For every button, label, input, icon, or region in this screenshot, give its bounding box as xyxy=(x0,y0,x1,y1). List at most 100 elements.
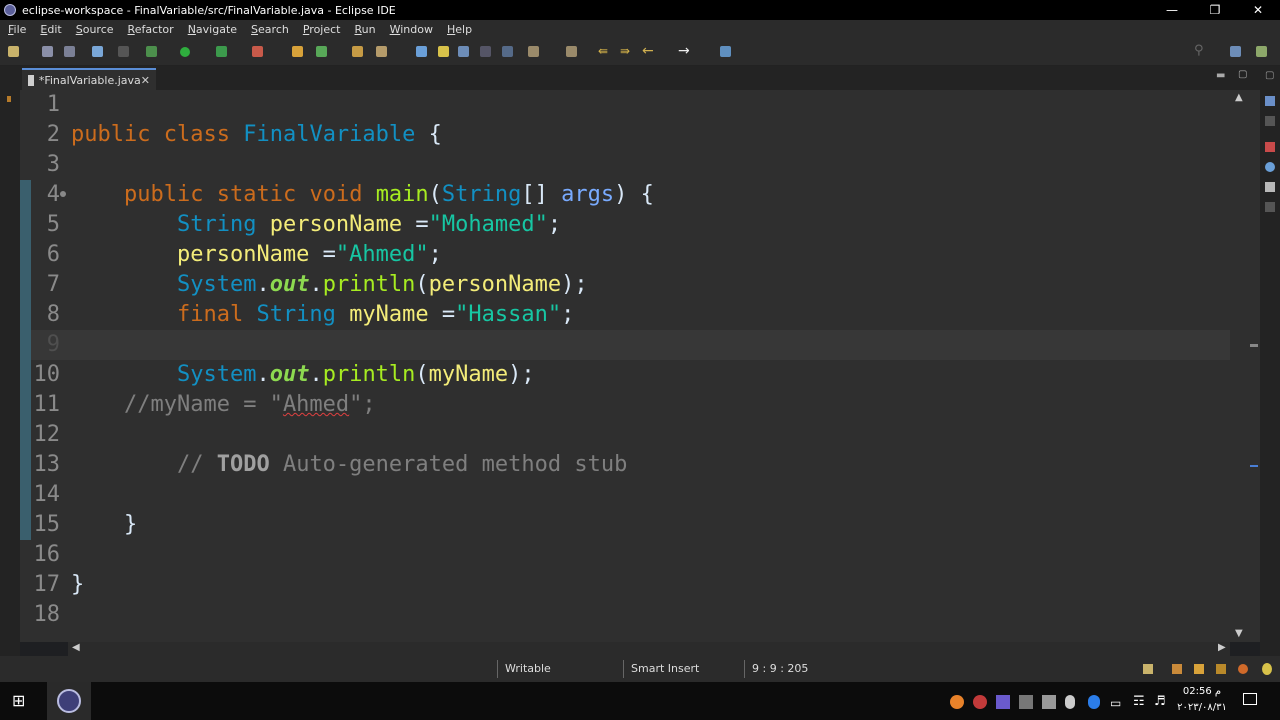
taskbar-eclipse-button[interactable] xyxy=(47,682,91,720)
coverage-icon[interactable] xyxy=(216,46,227,57)
code-line[interactable]: 15 } xyxy=(20,510,1230,540)
vertical-scrollbar[interactable]: ▲ ▼ xyxy=(1230,90,1260,642)
code-line[interactable]: 2 public class FinalVariable { xyxy=(20,120,1230,150)
clock-date[interactable]: ٢٠٢٣/٠٨/٣١ xyxy=(1172,702,1232,713)
code-line[interactable]: 1 xyxy=(20,90,1230,120)
menu-refactor[interactable]: Refactor xyxy=(128,23,174,36)
console-view-icon[interactable] xyxy=(1265,202,1275,212)
tray-network-icon[interactable] xyxy=(1019,695,1033,709)
tray-game-icon[interactable] xyxy=(973,695,987,709)
scroll-right-icon[interactable]: ▶ xyxy=(1218,642,1226,653)
update-icon[interactable] xyxy=(1143,664,1153,674)
toggle-mark-occurrences-icon[interactable] xyxy=(416,46,427,57)
skip-breakpoints-icon[interactable] xyxy=(118,46,129,57)
outline-view-icon[interactable] xyxy=(1265,96,1275,106)
tab-finalvariable-java[interactable]: *FinalVariable.java ✕ xyxy=(22,68,156,90)
code-line[interactable]: 6 personName ="Ahmed"; xyxy=(20,240,1230,270)
terminal-icon[interactable] xyxy=(92,46,103,57)
run-icon[interactable] xyxy=(180,47,190,57)
clock-time[interactable]: 02:56 م xyxy=(1172,686,1232,697)
scroll-up-icon[interactable]: ▲ xyxy=(1235,92,1243,103)
code-token: } xyxy=(71,572,85,597)
menu-edit[interactable]: Edit xyxy=(40,23,61,36)
back-arrow-icon[interactable]: ← xyxy=(642,44,656,58)
javadoc-view-icon[interactable] xyxy=(1265,162,1275,172)
microphone-icon[interactable] xyxy=(1065,695,1075,709)
last-edit-location-icon[interactable]: ⇚ xyxy=(598,45,612,57)
new-icon[interactable] xyxy=(8,46,19,57)
code-line[interactable]: 11 //myName = "Ahmed"; xyxy=(20,390,1230,420)
code-line[interactable]: 9 xyxy=(20,330,1230,360)
previous-annotation-icon[interactable] xyxy=(566,46,577,57)
problems-view-icon[interactable] xyxy=(1265,142,1275,152)
code-line[interactable]: 17} xyxy=(20,570,1230,600)
save-all-icon[interactable] xyxy=(64,46,75,57)
close-tab-icon[interactable]: ✕ xyxy=(141,74,150,87)
wifi-icon[interactable]: ☶ xyxy=(1133,694,1145,709)
pencil-icon[interactable] xyxy=(1216,664,1226,674)
notifications-icon[interactable] xyxy=(1172,664,1182,674)
code-line[interactable]: 14 xyxy=(20,480,1230,510)
minimize-editor-icon[interactable]: ▬ xyxy=(1216,70,1225,81)
volume-icon[interactable]: ♬ xyxy=(1154,694,1166,709)
show-whitespace-icon[interactable] xyxy=(480,46,491,57)
search-icon[interactable]: ⚲ xyxy=(1194,44,1208,58)
scroll-down-icon[interactable]: ▼ xyxy=(1235,628,1243,639)
horizontal-scrollbar[interactable]: ◀ ▶ xyxy=(68,642,1230,656)
tray-sync-icon[interactable]: ▭ xyxy=(1110,696,1121,710)
next-annotation-icon[interactable] xyxy=(528,46,539,57)
pin-editor-icon[interactable] xyxy=(720,46,731,57)
action-center-icon[interactable] xyxy=(1243,693,1257,705)
windows-start-icon[interactable]: ⊞ xyxy=(12,693,25,709)
menu-navigate[interactable]: Navigate xyxy=(188,23,237,36)
minimize-button[interactable]: — xyxy=(1152,0,1192,20)
tray-app-icon[interactable] xyxy=(950,695,964,709)
forward-history-icon[interactable]: ⇛ xyxy=(620,45,634,57)
java-perspective-icon[interactable] xyxy=(1256,46,1267,57)
restore-button[interactable]: ❐ xyxy=(1195,0,1235,20)
minimized-view-icon[interactable]: ▢ xyxy=(1265,70,1274,81)
forward-arrow-icon[interactable]: → xyxy=(678,44,692,58)
code-line[interactable]: 12 xyxy=(20,420,1230,450)
close-button[interactable]: ✕ xyxy=(1238,0,1278,20)
menu-window[interactable]: Window xyxy=(390,23,433,36)
menu-file[interactable]: File xyxy=(8,23,26,36)
new-java-project-icon[interactable] xyxy=(292,46,303,57)
debug-icon[interactable] xyxy=(146,46,157,57)
tray-onenote-icon[interactable] xyxy=(996,695,1010,709)
code-line[interactable]: 16 xyxy=(20,540,1230,570)
task-list-icon[interactable] xyxy=(1265,116,1275,126)
lightbulb-icon[interactable] xyxy=(1262,663,1272,675)
declaration-view-icon[interactable] xyxy=(1265,182,1275,192)
menu-source[interactable]: Source xyxy=(76,23,114,36)
menu-search[interactable]: Search xyxy=(251,23,289,36)
external-tools-icon[interactable] xyxy=(252,46,263,57)
new-class-icon[interactable] xyxy=(316,46,327,57)
scroll-left-icon[interactable]: ◀ xyxy=(72,642,80,653)
open-perspective-icon[interactable] xyxy=(1230,46,1241,57)
progress-icon[interactable] xyxy=(1238,664,1248,674)
open-type-icon[interactable] xyxy=(352,46,363,57)
code-line[interactable]: 8 final String myName ="Hassan"; xyxy=(20,300,1230,330)
bluetooth-icon[interactable] xyxy=(1088,695,1100,709)
code-line[interactable]: 7 System.out.println(personName); xyxy=(20,270,1230,300)
code-line[interactable]: 4 public static void main(String[] args)… xyxy=(20,180,1230,210)
maximize-editor-icon[interactable]: ▢ xyxy=(1238,69,1247,80)
code-editor[interactable]: 1 2 public class FinalVariable {3 4 public … xyxy=(20,90,1230,642)
code-line[interactable]: 3 xyxy=(20,150,1230,180)
highlight-icon[interactable] xyxy=(438,46,449,57)
show-paragraph-icon[interactable] xyxy=(502,46,513,57)
code-token: ( xyxy=(415,362,429,387)
code-line[interactable]: 13 // TODO Auto-generated method stub xyxy=(20,450,1230,480)
code-line[interactable]: 5 String personName ="Mohamed"; xyxy=(20,210,1230,240)
tip-icon[interactable] xyxy=(1194,664,1204,674)
code-line[interactable]: 10 System.out.println(myName); xyxy=(20,360,1230,390)
code-line[interactable]: 18 xyxy=(20,600,1230,630)
menu-run[interactable]: Run xyxy=(355,23,376,36)
save-icon[interactable] xyxy=(42,46,53,57)
menu-project[interactable]: Project xyxy=(303,23,341,36)
menu-help[interactable]: Help xyxy=(447,23,472,36)
search-tool-icon[interactable] xyxy=(376,46,387,57)
tray-display-icon[interactable] xyxy=(1042,695,1056,709)
block-selection-icon[interactable] xyxy=(458,46,469,57)
